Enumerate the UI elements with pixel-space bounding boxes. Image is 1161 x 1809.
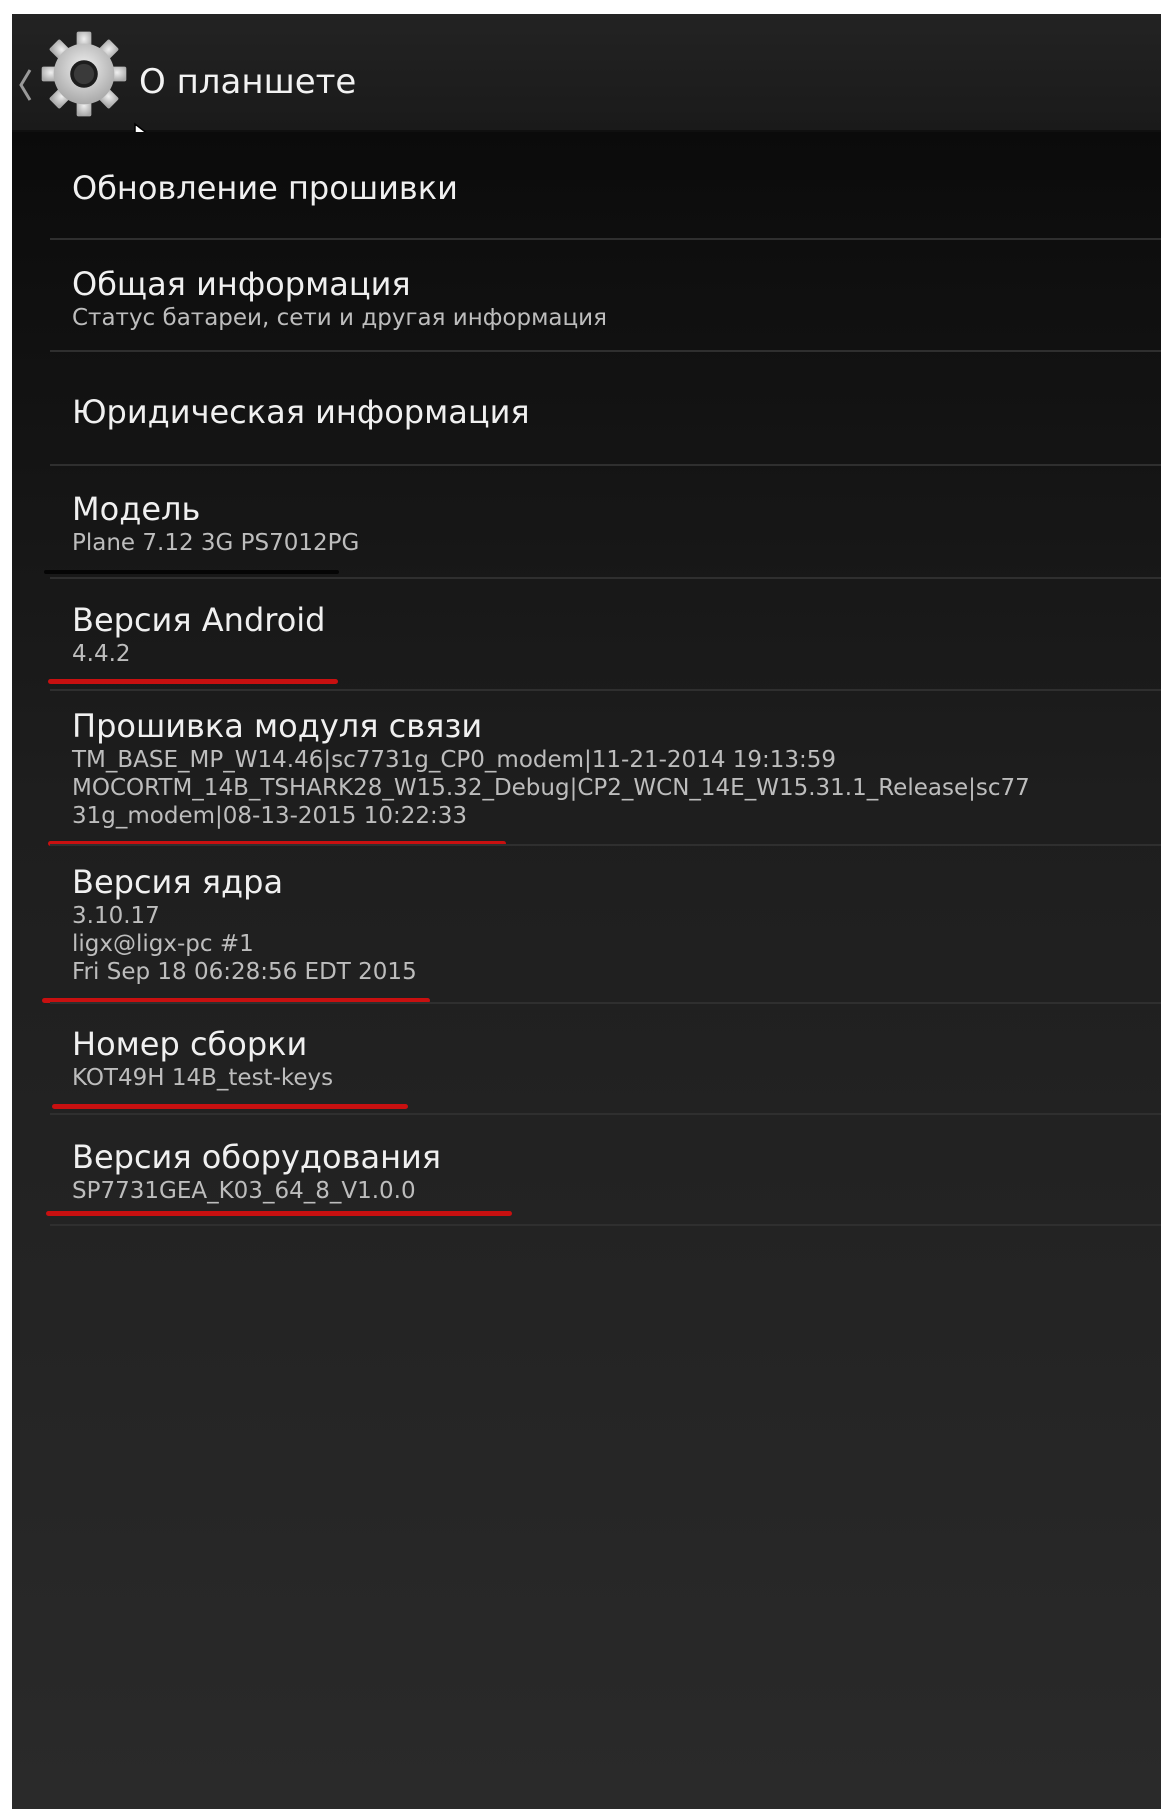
page-title: О планшете <box>139 62 357 102</box>
item-label: Версия Android <box>72 601 326 639</box>
list-item-baseband-version: Прошивка модуля связи TM_BASE_MP_W14.46|… <box>12 706 1161 830</box>
divider <box>50 1113 1161 1115</box>
list-item-hardware-version: Версия оборудования SP7731GEA_K03_64_8_V… <box>12 1137 1161 1205</box>
list-item-build-number[interactable]: Номер сборки KOT49H 14B_test-keys <box>12 1024 1161 1092</box>
divider <box>50 844 1161 846</box>
item-summary-line: MOCORTM_14B_TSHARK28_W15.32_Debug|CP2_WC… <box>72 775 1030 801</box>
list-item-general-info[interactable]: Общая информация Статус батареи, сети и … <box>12 264 1161 332</box>
item-summary: KOT49H 14B_test-keys <box>72 1065 334 1091</box>
list-item-android-version: Версия Android 4.4.2 <box>12 600 1161 668</box>
red-underline-mark <box>46 1211 512 1216</box>
gear-icon[interactable] <box>38 28 130 120</box>
item-label: Номер сборки <box>72 1025 308 1063</box>
list-item-firmware-update[interactable]: Обновление прошивки <box>12 168 1161 208</box>
item-summary: SP7731GEA_K03_64_8_V1.0.0 <box>72 1178 416 1204</box>
divider <box>50 464 1161 466</box>
item-summary: Plane 7.12 3G PS7012PG <box>72 530 360 556</box>
item-label: Общая информация <box>72 265 411 303</box>
item-summary-line: Fri Sep 18 06:28:56 EDT 2015 <box>72 959 417 985</box>
red-underline-mark <box>52 1104 408 1109</box>
action-bar: О планшете <box>12 14 1161 132</box>
item-summary: Статус батареи, сети и другая информация <box>72 305 607 331</box>
item-summary-line: 3.10.17 <box>72 903 160 929</box>
settings-list: Обновление прошивки Общая информация Ста… <box>12 132 1161 1809</box>
divider <box>50 1002 1161 1004</box>
item-summary-line: TM_BASE_MP_W14.46|sc7731g_CP0_modem|11-2… <box>72 747 837 773</box>
item-label: Версия оборудования <box>72 1138 442 1176</box>
item-label: Прошивка модуля связи <box>72 707 483 745</box>
black-underline-mark <box>44 570 339 574</box>
chevron-left-icon[interactable] <box>16 66 34 104</box>
divider <box>50 689 1161 691</box>
item-label: Обновление прошивки <box>72 169 458 207</box>
red-underline-mark <box>48 679 338 684</box>
item-label: Модель <box>72 490 201 528</box>
item-label: Версия ядра <box>72 863 284 901</box>
list-item-model: Модель Plane 7.12 3G PS7012PG <box>12 489 1161 557</box>
list-item-legal-info[interactable]: Юридическая информация <box>12 392 1161 432</box>
divider <box>50 238 1161 240</box>
divider <box>50 350 1161 352</box>
screen: О планшете Обновление прошивки Общая инф… <box>12 14 1161 1809</box>
item-summary-line: 31g_modem|08-13-2015 10:22:33 <box>72 803 468 829</box>
item-summary: 4.4.2 <box>72 641 131 667</box>
item-label: Юридическая информация <box>72 393 530 431</box>
list-item-kernel-version: Версия ядра 3.10.17 ligx@ligx-pc #1 Fri … <box>12 862 1161 986</box>
item-summary-line: ligx@ligx-pc #1 <box>72 931 254 957</box>
divider <box>50 577 1161 579</box>
divider <box>50 1224 1161 1226</box>
